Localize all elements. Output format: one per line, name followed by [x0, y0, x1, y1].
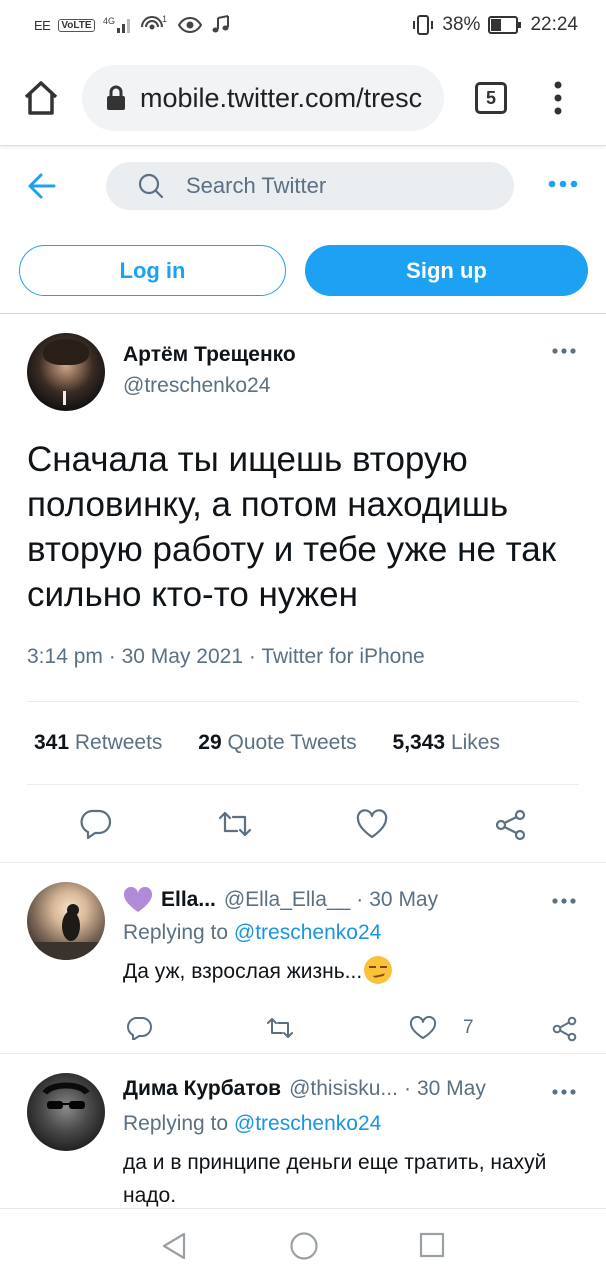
- browser-home-button[interactable]: [22, 79, 60, 117]
- reply-header: Ella... @Ella_Ella__ · 30 May: [123, 886, 438, 914]
- eye-icon: [177, 16, 203, 34]
- replying-prefix: Replying to: [123, 1112, 229, 1135]
- clock: 22:24: [530, 14, 578, 35]
- reply-text: да и в принципе деньги еще тратить, наху…: [123, 1151, 547, 1207]
- avatar[interactable]: [27, 882, 105, 960]
- reply-tweet[interactable]: Дима Курбатов @thisisku... · 30 May Repl…: [0, 1055, 606, 1215]
- music-note-icon: [211, 15, 231, 35]
- retweets-label: Retweets: [74, 731, 163, 754]
- quotes-count: 29: [198, 731, 222, 754]
- signup-button[interactable]: Sign up: [305, 245, 588, 296]
- like-icon: [409, 1016, 437, 1040]
- likes-stat[interactable]: 5,343 Likes: [393, 731, 500, 754]
- nav-recents-icon[interactable]: [419, 1232, 445, 1258]
- quote-tweets-stat[interactable]: 29 Quote Tweets: [198, 731, 356, 754]
- retweet-icon[interactable]: [266, 1016, 294, 1040]
- tweet-time[interactable]: 3:14 pm: [27, 645, 103, 668]
- reply-icon[interactable]: [80, 809, 112, 839]
- reply-date[interactable]: 30 May: [417, 1077, 486, 1101]
- reply-tweet[interactable]: Ella... @Ella_Ella__ · 30 May Replying t…: [0, 864, 606, 1054]
- status-bar: EE VoLTE 4G 1 38% 22:24: [0, 0, 606, 50]
- search-input[interactable]: Search Twitter: [106, 162, 514, 210]
- reply-author-name[interactable]: Ella...: [161, 888, 216, 912]
- reply-header: Дима Курбатов @thisisku... · 30 May: [123, 1077, 486, 1101]
- battery-percent: 38%: [442, 14, 481, 35]
- reply-text-content: Да уж, взрослая жизнь...: [123, 960, 363, 983]
- signal-icon: 4G: [103, 15, 133, 35]
- reply-date[interactable]: 30 May: [369, 888, 438, 912]
- volte-badge: VoLTE: [58, 18, 95, 32]
- divider: [27, 784, 579, 785]
- like-button[interactable]: 7: [409, 1016, 474, 1040]
- tab-switcher-button[interactable]: 5: [475, 82, 507, 114]
- browser-menu-icon[interactable]: [553, 81, 563, 115]
- avatar[interactable]: [27, 1073, 105, 1151]
- share-icon[interactable]: [495, 809, 527, 841]
- reply-author-name[interactable]: Дима Курбатов: [123, 1077, 281, 1101]
- retweets-stat[interactable]: 341 Retweets: [34, 731, 162, 754]
- mention-link[interactable]: @treschenko24: [234, 1112, 381, 1135]
- login-button[interactable]: Log in: [19, 245, 286, 296]
- mention-link[interactable]: @treschenko24: [234, 921, 381, 944]
- svg-text:4G: 4G: [103, 16, 115, 26]
- share-icon[interactable]: [552, 1016, 578, 1042]
- reply-author-handle[interactable]: @thisisku...: [289, 1077, 398, 1101]
- browser-toolbar: mobile.twitter.com/tresc 5: [0, 50, 606, 146]
- status-right: 38% 22:24: [412, 14, 578, 36]
- avatar[interactable]: [27, 333, 105, 411]
- url-text: mobile.twitter.com/tresc: [140, 82, 423, 113]
- retweets-count: 341: [34, 731, 70, 754]
- like-icon[interactable]: [356, 809, 388, 839]
- divider: [27, 701, 579, 702]
- retweet-icon[interactable]: [218, 809, 252, 839]
- tweet-text: Сначала ты ищешь вторую половинку, а пот…: [27, 440, 557, 614]
- lock-icon: [106, 85, 126, 111]
- reply-author-handle[interactable]: @Ella_Ella__: [224, 888, 350, 912]
- tweet-more-icon[interactable]: [552, 348, 576, 354]
- nav-home-icon[interactable]: [289, 1231, 319, 1261]
- reply-icon[interactable]: [126, 1016, 152, 1040]
- reply-more-icon[interactable]: [552, 1089, 576, 1095]
- tweet-date[interactable]: 30 May 2021: [122, 645, 243, 668]
- smirk-emoji-icon: [364, 956, 393, 984]
- twitter-header: Search Twitter: [0, 146, 606, 228]
- purple-heart-icon: [123, 886, 153, 914]
- author-handle[interactable]: @treschenko24: [123, 374, 270, 398]
- replying-to: Replying to @treschenko24: [123, 921, 381, 945]
- search-placeholder: Search Twitter: [186, 173, 327, 198]
- tweet-source[interactable]: Twitter for iPhone: [261, 645, 424, 668]
- replying-prefix: Replying to: [123, 921, 229, 944]
- likes-count: 5,343: [392, 731, 446, 754]
- meta-separator: ·: [248, 645, 256, 668]
- like-count: 7: [463, 1017, 474, 1038]
- author-name[interactable]: Артём Трещенко: [123, 343, 296, 367]
- search-icon: [138, 173, 164, 199]
- svg-text:1: 1: [162, 14, 167, 24]
- auth-bar: Log in Sign up: [0, 228, 606, 314]
- quotes-label: Quote Tweets: [227, 731, 357, 754]
- tweet-stats: 341 Retweets 29 Quote Tweets 5,343 Likes: [34, 731, 500, 755]
- vibrate-icon: [412, 14, 434, 36]
- replying-to: Replying to @treschenko24: [123, 1112, 381, 1136]
- more-options-icon[interactable]: [548, 180, 578, 188]
- likes-label: Likes: [450, 731, 500, 754]
- carrier-label: EE: [34, 17, 51, 33]
- battery-icon: [488, 15, 522, 35]
- address-bar[interactable]: mobile.twitter.com/tresc: [82, 65, 444, 131]
- meta-separator: ·: [108, 645, 116, 668]
- back-arrow-icon[interactable]: [28, 173, 56, 199]
- reply-more-icon[interactable]: [552, 898, 576, 904]
- system-nav-bar: [0, 1208, 606, 1280]
- tweet-meta: 3:14 pm · 30 May 2021 · Twitter for iPho…: [27, 645, 425, 669]
- nav-back-icon[interactable]: [160, 1231, 188, 1261]
- hotspot-icon: 1: [140, 14, 169, 36]
- reply-text: Да уж, взрослая жизнь...: [123, 955, 563, 988]
- main-tweet: Артём Трещенко @treschenko24 Сначала ты …: [0, 315, 606, 863]
- status-left: EE VoLTE 4G 1: [34, 14, 231, 36]
